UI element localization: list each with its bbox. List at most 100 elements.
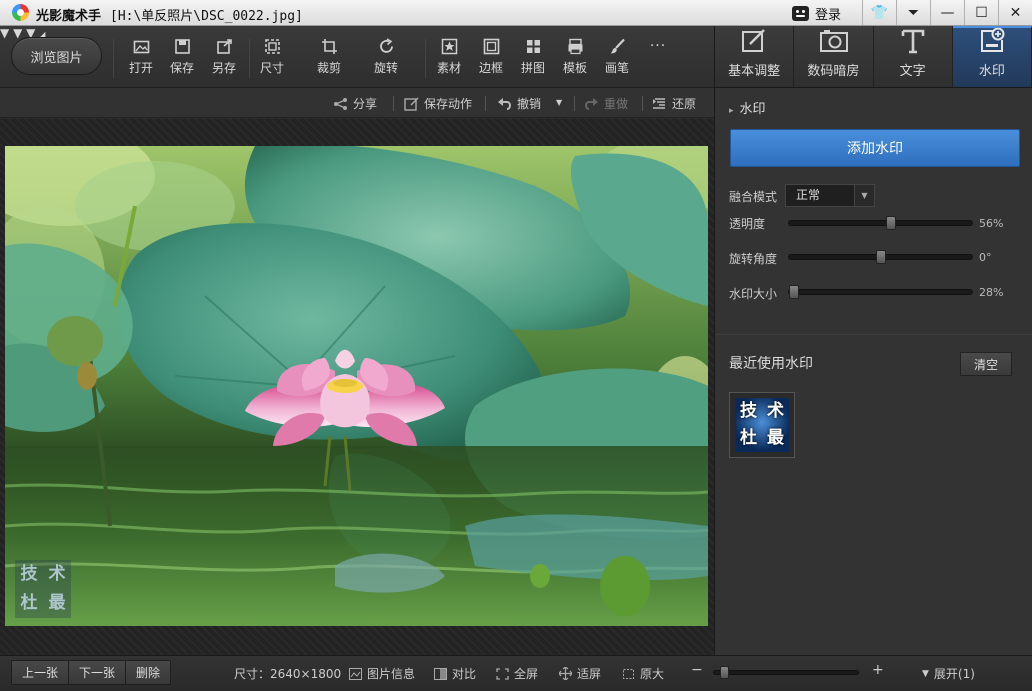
window-controls: 👕 ⏷ — ☐ ✕ (840, 0, 1032, 25)
tab-darkroom[interactable]: 数码暗房 (794, 26, 874, 87)
recent-watermarks-title: 最近使用水印 (729, 356, 813, 372)
more-tools-button[interactable]: ··· (638, 38, 678, 82)
login-label: 登录 (815, 7, 842, 23)
photo-lotus[interactable]: 技 术 杜 最 (5, 146, 708, 626)
original-size-button[interactable]: 原大 (622, 665, 664, 682)
photo-watermark-char: 最 (48, 593, 66, 613)
share-button[interactable]: 分享 (333, 95, 377, 112)
tab-basic-adjust-label: 基本调整 (728, 64, 781, 79)
zoom-slider-thumb[interactable] (720, 666, 729, 679)
minimize-icon: — (940, 4, 955, 21)
login-button[interactable]: 登录 (792, 3, 841, 23)
brush-icon (609, 38, 626, 55)
crop-button[interactable]: 裁剪 (309, 38, 349, 82)
brush-button[interactable]: 画笔 (597, 38, 637, 82)
save-button[interactable]: 保存 (162, 38, 202, 82)
template-button[interactable]: 模板 (555, 38, 595, 82)
action-divider (393, 96, 394, 111)
delete-image-button[interactable]: 删除 (126, 660, 172, 685)
rotation-slider[interactable] (788, 250, 973, 264)
app-logo-icon (12, 4, 29, 21)
watermark-char: 最 (767, 428, 784, 448)
watermark-char: 术 (767, 401, 784, 421)
image-size-text: 尺寸：2640×1800 (234, 667, 342, 681)
save-as-icon (216, 38, 233, 55)
tab-watermark[interactable]: 水印 (952, 26, 1032, 87)
clear-button[interactable]: 清空 (960, 352, 1012, 376)
watermark-section-title[interactable]: 水印 (729, 98, 766, 117)
zoom-out-button[interactable]: − (691, 662, 703, 678)
toolbar-divider (425, 38, 426, 78)
undo-button[interactable]: 撤销 (497, 95, 541, 112)
rotation-label: 旋转角度 (729, 252, 778, 266)
restore-label: 还原 (672, 97, 697, 111)
opacity-slider-thumb[interactable] (886, 216, 896, 230)
size-slider-thumb[interactable] (789, 285, 799, 299)
share-icon (334, 97, 347, 110)
browse-images-button[interactable]: 浏览图片 (11, 37, 102, 75)
collage-label: 拼图 (520, 61, 545, 75)
material-button[interactable]: 素材 (429, 38, 469, 82)
watermark-panel: 水印 添加水印 融合模式 正常 ▼ 透明度 56% 旋转角度 0° 水印大小 2… (714, 88, 1032, 655)
photo-watermark-char: 杜 (20, 593, 38, 613)
undo-dropdown-icon[interactable]: ▼ (556, 98, 562, 107)
save-action-icon (404, 96, 419, 111)
undo-label: 撤销 (517, 97, 542, 111)
expand-button[interactable]: ▼ 展开(1) (922, 665, 975, 682)
save-as-button[interactable]: 另存 (204, 38, 244, 82)
action-bar: 分享 保存动作 撤销 ▼ 重做 还原 (0, 88, 714, 118)
border-button[interactable]: 边框 (471, 38, 511, 82)
open-label: 打开 (128, 61, 153, 75)
open-button[interactable]: 打开 (121, 38, 161, 82)
tab-watermark-label: 水印 (978, 64, 1005, 79)
photo-watermark-char: 术 (48, 564, 66, 584)
open-image-icon (133, 38, 150, 55)
lotus-photo-graphic (5, 146, 708, 626)
compare-button[interactable]: 对比 (434, 665, 476, 682)
tab-basic-adjust[interactable]: 基本调整 (715, 26, 795, 87)
image-info-button[interactable]: 图片信息 (349, 665, 415, 682)
status-bar: 上一张 下一张 删除 尺寸：2640×1800 图片信息 对比 全屏 适屏 原大… (0, 655, 1032, 691)
zoom-slider[interactable] (713, 666, 859, 679)
more-icon: ··· (649, 38, 667, 54)
recent-watermark-thumbnail[interactable]: 技 术 杜 最 (729, 392, 795, 458)
collage-button[interactable]: 拼图 (513, 38, 553, 82)
redo-button[interactable]: 重做 (584, 95, 628, 112)
prev-image-button[interactable]: 上一张 (11, 660, 70, 685)
rotate-button[interactable]: 旋转 (366, 38, 406, 82)
save-action-button[interactable]: 保存动作 (404, 95, 472, 112)
blend-mode-value: 正常 (796, 188, 821, 202)
toolbar-divider (113, 38, 114, 78)
watermark-icon (979, 27, 1005, 54)
tab-text[interactable]: 文字 (874, 26, 953, 87)
resize-button[interactable]: 尺寸 (252, 38, 292, 82)
menu-button[interactable]: ⏷ (896, 0, 930, 25)
size-slider[interactable] (788, 285, 973, 299)
resize-dropdown-icon[interactable]: ▼ (0, 26, 9, 40)
material-icon (441, 38, 458, 55)
skin-button[interactable]: 👕 (862, 0, 896, 25)
minimize-button[interactable]: — (930, 0, 964, 25)
rotation-slider-thumb[interactable] (876, 250, 886, 264)
save-action-label: 保存动作 (424, 97, 473, 111)
user-face-icon (792, 5, 809, 21)
add-watermark-button[interactable]: 添加水印 (730, 129, 1020, 167)
fullscreen-button[interactable]: 全屏 (496, 665, 538, 682)
rotate-icon (378, 38, 395, 55)
border-icon (483, 38, 500, 55)
zoom-in-button[interactable]: + (872, 662, 884, 678)
maximize-button[interactable]: ☐ (964, 0, 998, 25)
darkroom-icon (820, 28, 849, 54)
next-image-button[interactable]: 下一张 (69, 660, 127, 685)
resize-icon (264, 38, 281, 55)
blend-mode-select[interactable]: 正常 ▼ (785, 184, 875, 207)
fit-screen-icon (559, 667, 572, 680)
fit-screen-button[interactable]: 适屏 (559, 665, 601, 682)
close-button[interactable]: ✕ (998, 0, 1032, 25)
size-value: 28% (979, 286, 1004, 299)
restore-button[interactable]: 还原 (652, 95, 696, 112)
photo-watermark: 技 术 杜 最 (15, 560, 71, 618)
basic-adjust-icon (741, 28, 767, 54)
opacity-slider[interactable] (788, 216, 973, 230)
chevron-down-icon: ▼ (854, 185, 874, 206)
